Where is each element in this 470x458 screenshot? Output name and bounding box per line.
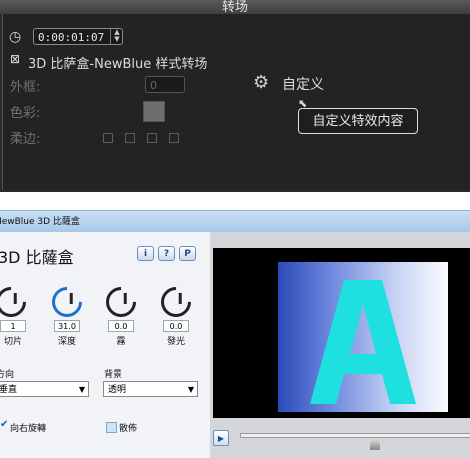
play-icon[interactable]: ▶ <box>213 430 229 446</box>
rotate-right-checkbox[interactable]: ✔ <box>0 419 8 430</box>
soften-option-1[interactable] <box>103 133 113 143</box>
soften-option-3[interactable] <box>147 133 157 143</box>
fog-label: 霧 <box>116 337 126 347</box>
effect-title: 3D 比薩盒 <box>0 248 74 267</box>
soften-option-2[interactable] <box>125 133 135 143</box>
slices-value[interactable]: 1 <box>0 320 26 332</box>
depth-label: 深度 <box>57 337 76 347</box>
timecode-stepper[interactable]: ▲ ▼ <box>110 29 123 44</box>
fog-value[interactable]: 0.0 <box>108 320 134 332</box>
clock-icon: ◷ <box>9 29 22 45</box>
transition-name: 3D 比萨盒-NewBlue 样式转场 <box>28 57 208 72</box>
direction-select[interactable]: 垂直 ▼ <box>0 381 89 397</box>
scatter-checkbox[interactable] <box>106 422 117 433</box>
panel-title: 转场 <box>221 0 248 15</box>
customize-button[interactable]: 自定义 <box>282 74 324 94</box>
chevron-down-icon: ▼ <box>187 385 194 394</box>
gear-icon[interactable]: ⚙ <box>253 72 269 93</box>
soften-option-4[interactable] <box>169 133 179 143</box>
timeline-slider[interactable] <box>240 433 470 438</box>
border-color-swatch[interactable] <box>143 101 165 122</box>
tooltip: 自定义特效内容 <box>298 108 418 134</box>
direction-label: 方向 <box>0 370 15 380</box>
background-label: 背景 <box>104 370 123 380</box>
direction-value: 垂直 <box>0 385 18 395</box>
info-button[interactable]: i <box>137 246 154 261</box>
preview-letter-a <box>310 280 416 404</box>
rotate-right-label: 向右旋轉 <box>10 424 47 434</box>
soften-label: 柔边: <box>10 132 41 147</box>
color-label: 色彩: <box>10 106 41 121</box>
background-value: 透明 <box>108 385 127 395</box>
scatter-label: 散佈 <box>119 424 138 434</box>
depth-value[interactable]: 31.0 <box>54 320 80 332</box>
glow-label: 發光 <box>166 337 185 347</box>
background-select[interactable]: 透明 ▼ <box>103 381 198 397</box>
transition-icon: ⊠ <box>10 52 21 66</box>
preset-button[interactable]: P <box>179 246 196 261</box>
dialog-titlebar: NewBlue 3D 比薩盒 <box>0 210 470 233</box>
help-button[interactable]: ? <box>158 246 175 261</box>
panel-header: 转场 <box>0 0 470 15</box>
border-width-field[interactable]: 0 <box>145 76 185 93</box>
slices-label: 切片 <box>3 337 22 347</box>
glow-value[interactable]: 0.0 <box>163 320 189 332</box>
dialog-title: NewBlue 3D 比薩盒 <box>0 217 80 227</box>
chevron-down-icon: ▼ <box>78 385 85 394</box>
border-label: 外框: <box>10 80 41 95</box>
